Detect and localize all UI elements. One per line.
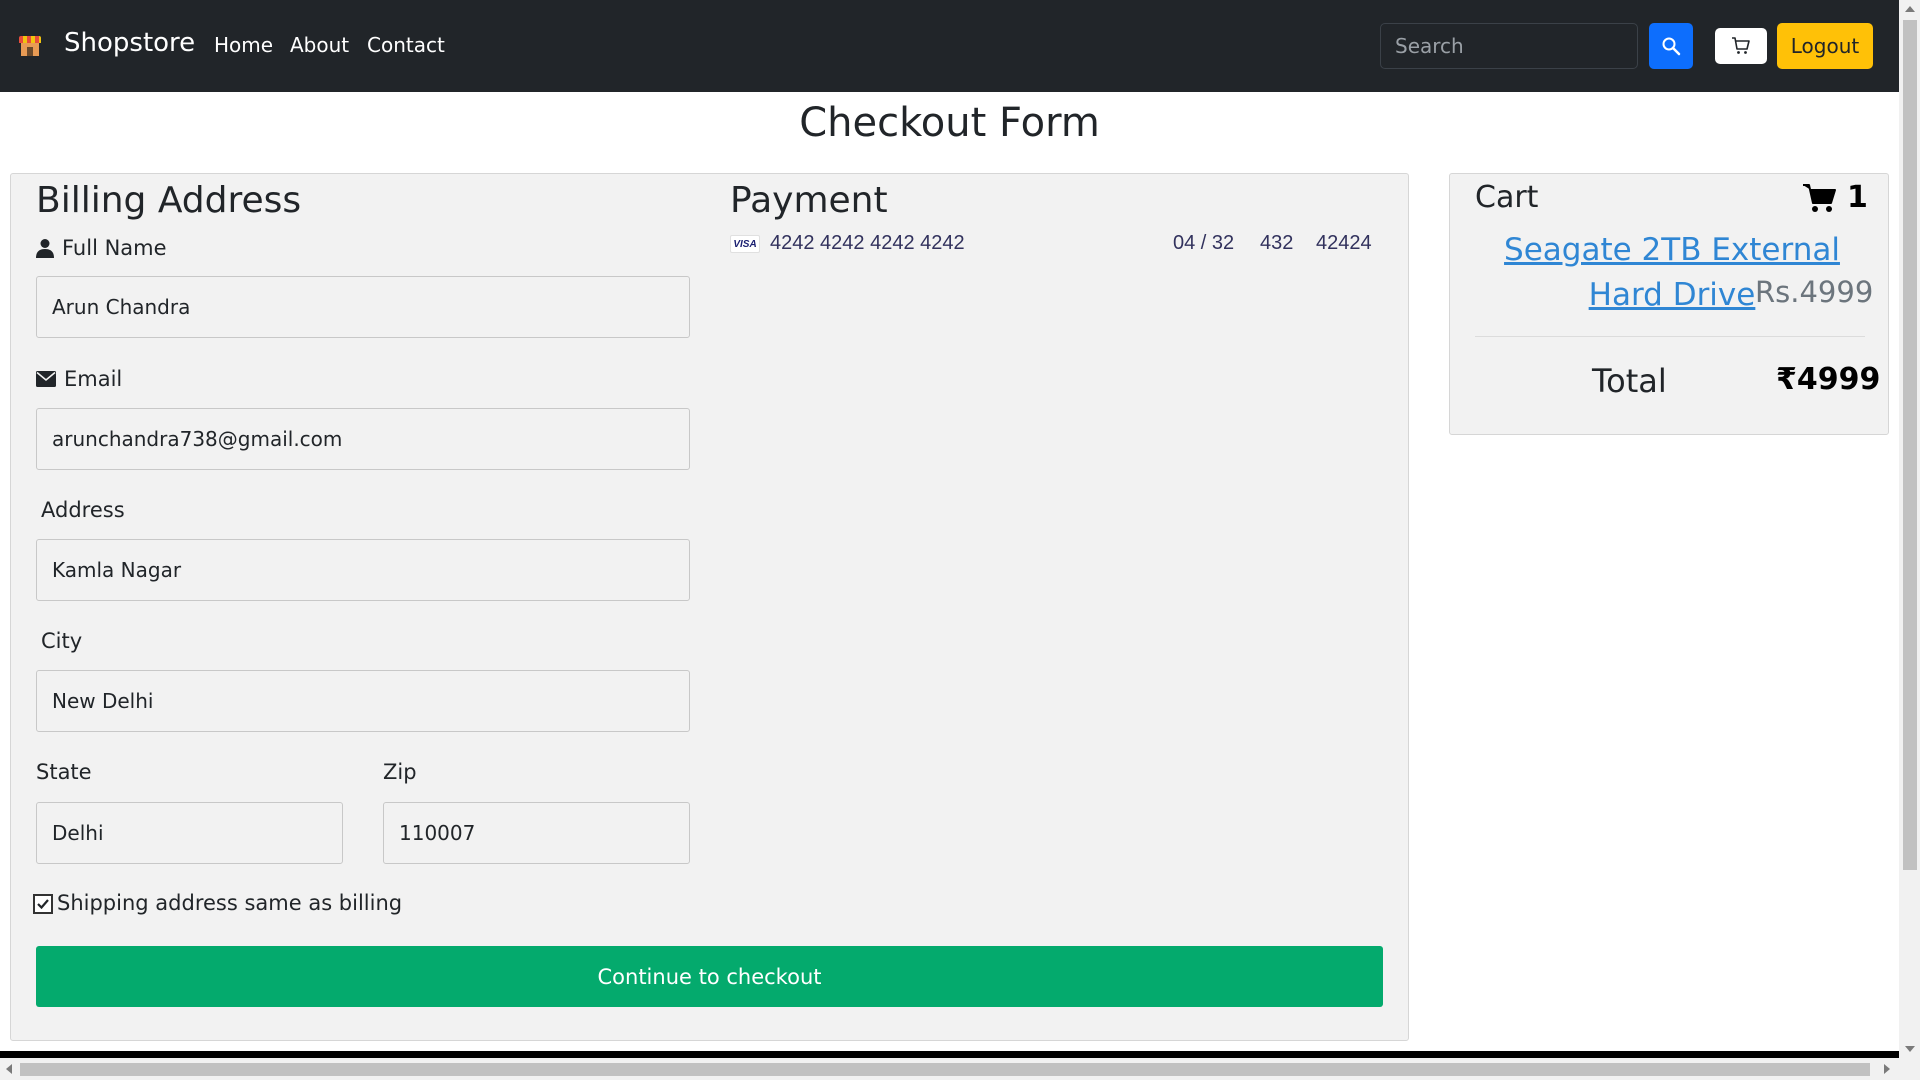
billing-title: Billing Address (36, 180, 302, 221)
cart-button[interactable] (1715, 28, 1767, 64)
nav-link-home[interactable]: Home (214, 33, 273, 57)
cart-icon (1732, 37, 1750, 54)
search-input[interactable] (1380, 23, 1638, 69)
payment-title: Payment (730, 180, 888, 221)
email-input[interactable]: arunchandra738@gmail.com (36, 408, 690, 470)
card-cvc-field[interactable]: 432 (1260, 232, 1293, 255)
full-name-label: Full Name (36, 236, 167, 260)
full-name-input[interactable]: Arun Chandra (36, 276, 690, 338)
visa-card-icon: VISA (730, 235, 760, 253)
cart-divider (1475, 336, 1865, 337)
scroll-up-arrow-icon[interactable] (1905, 6, 1915, 12)
cart-count: 1 (1803, 180, 1868, 215)
envelope-icon (36, 371, 56, 387)
vertical-scrollbar-thumb[interactable] (1903, 20, 1917, 870)
store-icon[interactable] (19, 36, 41, 56)
zip-input[interactable]: 110007 (383, 802, 690, 864)
state-label: State (36, 760, 92, 784)
cart-count-value: 1 (1847, 180, 1868, 215)
full-name-label-text: Full Name (62, 236, 167, 260)
horizontal-scrollbar-thumb[interactable] (20, 1063, 1870, 1076)
same-as-billing-checkbox[interactable] (33, 894, 53, 914)
cart-item-price: Rs.4999 (1755, 275, 1874, 309)
address-input[interactable]: Kamla Nagar (36, 539, 690, 601)
scroll-left-arrow-icon[interactable] (6, 1064, 12, 1074)
cart-title: Cart (1475, 180, 1539, 215)
page-title: Checkout Form (799, 100, 1100, 146)
zip-label: Zip (383, 760, 417, 784)
address-label: Address (41, 498, 125, 522)
brand-name[interactable]: Shopstore (64, 28, 195, 58)
shopping-cart-icon (1803, 183, 1836, 212)
card-element[interactable]: VISA 4242 4242 4242 4242 04 / 32 432 424… (730, 232, 1372, 258)
same-as-billing-label[interactable]: Shipping address same as billing (57, 891, 402, 915)
cart-total-value: ₹4999 (1776, 362, 1881, 397)
email-label: Email (36, 367, 122, 391)
city-input[interactable]: New Delhi (36, 670, 690, 732)
continue-to-checkout-button[interactable]: Continue to checkout (36, 946, 1383, 1007)
navbar: Shopstore Home About Contact Logout (0, 0, 1899, 92)
card-number-field[interactable]: 4242 4242 4242 4242 (770, 232, 965, 255)
email-label-text: Email (64, 367, 123, 391)
user-icon (36, 239, 54, 258)
state-input[interactable]: Delhi (36, 802, 343, 864)
card-expiry-field[interactable]: 04 / 32 (1173, 232, 1234, 255)
nav-link-about[interactable]: About (290, 33, 349, 57)
nav-link-contact[interactable]: Contact (367, 33, 445, 57)
city-label: City (41, 629, 83, 653)
page-bottom-border (0, 1051, 1899, 1058)
checkmark-icon (37, 899, 49, 910)
search-button[interactable] (1649, 23, 1693, 69)
card-zip-field[interactable]: 42424 (1316, 232, 1372, 255)
scroll-down-arrow-icon[interactable] (1905, 1046, 1915, 1052)
cart-total-label: Total (1592, 362, 1667, 400)
scroll-right-arrow-icon[interactable] (1884, 1064, 1890, 1074)
logout-button[interactable]: Logout (1777, 23, 1873, 69)
search-icon (1662, 37, 1681, 56)
